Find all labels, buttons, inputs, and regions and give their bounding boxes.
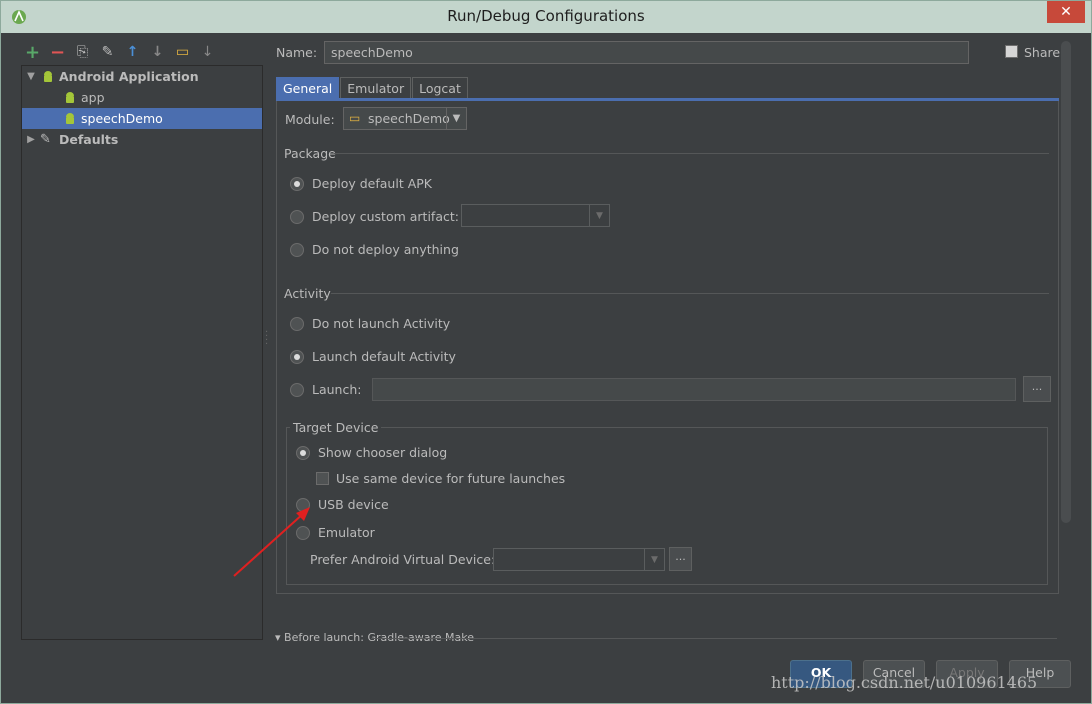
launch-default-label: Launch default Activity	[312, 349, 456, 364]
target-device-title: Target Device	[290, 420, 382, 435]
chevron-down-icon[interactable]: ▼	[446, 108, 466, 129]
tree-label: Android Application	[59, 69, 199, 84]
copy-icon[interactable]: ⎘	[73, 43, 92, 61]
launch-activity-input[interactable]	[372, 378, 1016, 401]
close-button[interactable]: ✕	[1047, 1, 1085, 23]
splitter-handle[interactable]: · · · ·	[265, 328, 268, 350]
name-label: Name:	[276, 45, 318, 60]
chevron-down-icon[interactable]: ▼	[589, 205, 609, 226]
name-input[interactable]: speechDemo	[324, 41, 969, 64]
deploy-default-label: Deploy default APK	[312, 176, 432, 191]
move-up-icon[interactable]: ↑	[123, 43, 142, 61]
module-select[interactable]: ▭ speechDemo ▼	[343, 107, 467, 130]
annotation-arrow-icon	[233, 507, 310, 577]
title-bar: Run/Debug Configurations ✕	[1, 1, 1091, 33]
watermark: http://blog.csdn.net/u010961465	[771, 673, 1038, 692]
package-section-title: Package	[284, 146, 336, 161]
tab-bar: General Emulator Logcat	[276, 77, 469, 99]
folder-icon[interactable]: ▭	[173, 43, 192, 61]
tab-emulator[interactable]: Emulator	[340, 77, 412, 99]
tab-logcat[interactable]: Logcat	[412, 77, 468, 99]
wrench-icon[interactable]: ✎	[98, 43, 117, 61]
show-chooser-label: Show chooser dialog	[318, 445, 448, 460]
before-launch-divider	[371, 638, 1057, 639]
wrench-icon: ✎	[40, 131, 51, 147]
tab-general[interactable]: General	[276, 77, 340, 99]
tree-item-android-application[interactable]: ▼ Android Application	[22, 66, 262, 87]
avd-select[interactable]: ▼	[493, 548, 665, 571]
tree-label: Defaults	[59, 132, 119, 147]
emulator-label: Emulator	[318, 525, 375, 540]
activity-section-title: Activity	[284, 286, 331, 301]
sort-icon[interactable]: ↓	[198, 43, 217, 61]
tree-item-app[interactable]: app	[22, 87, 262, 108]
usb-device-label: USB device	[318, 497, 389, 512]
launch-label: Launch:	[312, 382, 362, 397]
deploy-custom-label: Deploy custom artifact:	[312, 209, 459, 224]
expand-right-icon[interactable]: ▶	[22, 134, 40, 145]
deploy-default-radio[interactable]	[290, 177, 304, 191]
package-divider	[334, 153, 1049, 154]
vertical-scrollbar[interactable]	[1061, 41, 1071, 523]
do-not-deploy-radio[interactable]	[290, 243, 304, 257]
android-icon	[66, 112, 74, 124]
module-folder-icon: ▭	[349, 111, 361, 125]
config-toolbar: + − ⎘ ✎ ↑ ↓ ▭ ↓	[23, 42, 217, 63]
same-device-checkbox[interactable]	[316, 472, 329, 485]
tree-label: speechDemo	[81, 111, 163, 126]
window-title: Run/Debug Configurations	[447, 7, 645, 25]
artifact-select[interactable]: ▼	[461, 204, 610, 227]
share-checkbox[interactable]	[1005, 45, 1018, 58]
add-icon[interactable]: +	[23, 42, 42, 63]
show-chooser-radio[interactable]	[296, 446, 310, 460]
run-debug-configurations-window: Run/Debug Configurations ✕ + − ⎘ ✎ ↑ ↓ ▭…	[0, 0, 1092, 704]
module-label: Module:	[285, 112, 335, 127]
prefer-avd-label: Prefer Android Virtual Device:	[310, 552, 496, 567]
activity-divider	[331, 293, 1049, 294]
launch-default-radio[interactable]	[290, 350, 304, 364]
do-not-launch-radio[interactable]	[290, 317, 304, 331]
module-value: speechDemo	[368, 111, 450, 126]
do-not-deploy-label: Do not deploy anything	[312, 242, 459, 257]
launch-radio[interactable]	[290, 383, 304, 397]
remove-icon[interactable]: −	[48, 42, 67, 63]
expand-down-icon[interactable]: ▼	[22, 71, 40, 82]
avd-browse-button[interactable]: ...	[669, 547, 692, 571]
launch-browse-button[interactable]: ...	[1023, 376, 1051, 402]
move-down-icon[interactable]: ↓	[148, 43, 167, 61]
share-label: Share	[1024, 45, 1061, 60]
do-not-launch-label: Do not launch Activity	[312, 316, 451, 331]
chevron-down-icon[interactable]: ▼	[644, 549, 664, 570]
android-icon	[44, 70, 52, 82]
tree-item-speechdemo[interactable]: speechDemo	[22, 108, 262, 129]
android-icon	[66, 91, 74, 103]
tree-label: app	[81, 90, 105, 105]
deploy-custom-radio[interactable]	[290, 210, 304, 224]
same-device-label: Use same device for future launches	[336, 471, 566, 486]
tree-item-defaults[interactable]: ▶ ✎ Defaults	[22, 129, 262, 150]
